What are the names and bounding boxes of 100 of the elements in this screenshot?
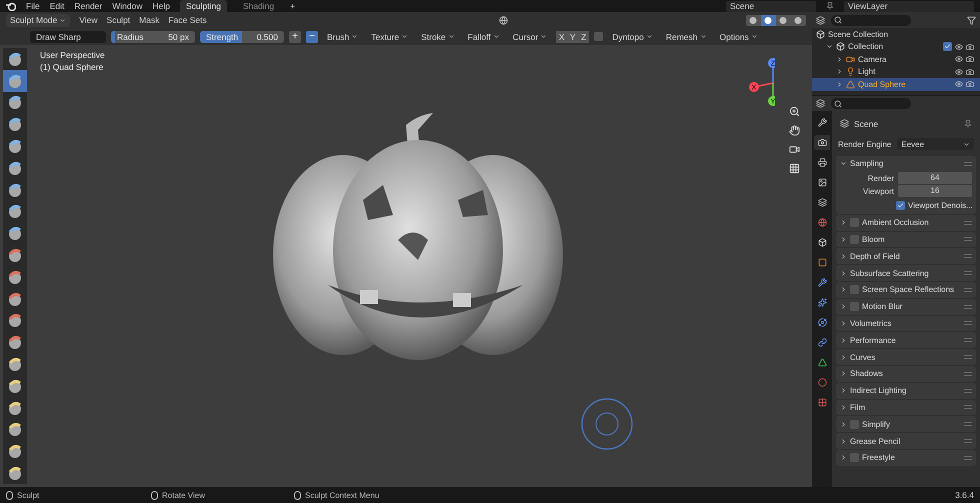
drag-handle-icon[interactable] xyxy=(964,220,972,225)
checkbox[interactable] xyxy=(850,285,859,294)
number-field[interactable]: 16 xyxy=(898,185,972,198)
menu-item[interactable]: View xyxy=(79,15,98,25)
settings-panel[interactable]: Volumetrics xyxy=(836,316,976,332)
settings-panel[interactable]: Freestyle xyxy=(836,450,976,466)
expand-icon[interactable] xyxy=(840,270,847,277)
drag-handle-icon[interactable] xyxy=(964,388,972,393)
drag-handle-icon[interactable] xyxy=(964,422,972,426)
expand-icon[interactable] xyxy=(840,236,847,243)
outliner-row[interactable]: Camera xyxy=(812,53,980,66)
tool-button[interactable] xyxy=(3,462,27,484)
expand-icon[interactable] xyxy=(840,286,847,294)
symmetry-axis-button[interactable]: Z xyxy=(578,30,590,42)
settings-dropdown[interactable]: Brush xyxy=(323,30,362,43)
strength-slider[interactable]: Strength 0.500 xyxy=(200,30,284,42)
grid-icon[interactable] xyxy=(789,163,800,174)
add-workspace-button[interactable]: + xyxy=(290,1,296,11)
expand-icon[interactable] xyxy=(840,252,847,260)
settings-panel[interactable]: Indirect Lighting xyxy=(836,382,976,399)
menu-item[interactable]: Help xyxy=(152,1,170,11)
drag-handle-icon[interactable] xyxy=(964,439,972,444)
expand-icon[interactable] xyxy=(840,404,847,411)
drag-handle-icon[interactable] xyxy=(964,372,972,376)
settings-dropdown[interactable]: Cursor xyxy=(508,30,552,43)
settings-panel[interactable]: Performance xyxy=(836,332,976,348)
camera-icon[interactable] xyxy=(966,42,974,51)
expand-icon[interactable] xyxy=(836,56,843,63)
expand-icon[interactable] xyxy=(840,320,847,327)
drag-handle-icon[interactable] xyxy=(964,456,972,460)
camera-icon[interactable] xyxy=(789,144,800,155)
workspace-tab[interactable]: Shading xyxy=(236,0,280,12)
settings-panel[interactable]: Curves xyxy=(836,349,976,365)
drag-handle-icon[interactable] xyxy=(964,405,972,410)
workspace-tab[interactable]: Sculpting xyxy=(180,0,227,12)
menu-item[interactable]: File xyxy=(26,1,40,11)
settings-panel[interactable]: Grease Pencil xyxy=(836,433,976,449)
settings-dropdown[interactable]: Stroke xyxy=(417,30,459,43)
settings-dropdown[interactable]: Texture xyxy=(367,30,412,43)
view-layer-selector[interactable]: ViewLayer xyxy=(844,0,974,12)
drag-handle-icon[interactable] xyxy=(964,304,972,309)
eye-icon[interactable] xyxy=(955,42,963,51)
checkbox[interactable] xyxy=(850,420,859,429)
drag-handle-icon[interactable] xyxy=(964,288,972,292)
drag-handle-icon[interactable] xyxy=(964,321,972,326)
camera-icon[interactable] xyxy=(966,80,974,88)
settings-dropdown[interactable]: Options xyxy=(716,30,762,43)
menu-item[interactable]: Mask xyxy=(139,15,160,25)
properties-tab[interactable] xyxy=(814,135,830,150)
outliner-row[interactable]: Light xyxy=(812,66,980,78)
expand-icon[interactable] xyxy=(840,454,847,462)
expand-icon[interactable] xyxy=(840,303,847,310)
expand-icon[interactable] xyxy=(840,219,847,226)
number-field[interactable]: 64 xyxy=(898,172,972,184)
settings-panel[interactable]: Bloom xyxy=(836,232,976,248)
mode-dropdown[interactable]: Sculpt Mode xyxy=(6,14,70,26)
checkbox[interactable] xyxy=(943,42,952,52)
search-field[interactable] xyxy=(831,14,911,26)
expand-icon[interactable] xyxy=(840,420,847,428)
drag-handle-icon[interactable] xyxy=(964,237,972,242)
checkbox[interactable] xyxy=(850,302,859,312)
settings-dropdown[interactable]: Falloff xyxy=(464,30,504,43)
shading-modes-icon[interactable] xyxy=(746,14,806,26)
expand-icon[interactable] xyxy=(840,160,847,168)
symmetry-axis-button[interactable]: Y xyxy=(567,30,578,42)
expand-icon[interactable] xyxy=(840,387,847,394)
dyntopo-dropdown[interactable]: Dyntopo xyxy=(608,30,657,43)
settings-panel[interactable]: Simplify xyxy=(836,416,976,432)
menu-item[interactable]: Render xyxy=(74,1,102,11)
settings-panel[interactable]: Screen Space Reflections xyxy=(836,282,976,298)
brush-name-field[interactable]: Draw Sharp xyxy=(30,30,106,42)
camera-icon[interactable] xyxy=(966,68,974,76)
radius-slider[interactable]: Radius 50 px xyxy=(111,30,195,42)
settings-panel[interactable]: Motion Blur xyxy=(836,298,976,315)
outliner-row[interactable]: Scene Collection xyxy=(812,28,980,40)
expand-icon[interactable] xyxy=(840,438,847,445)
expand-icon[interactable] xyxy=(836,68,843,76)
tool-button[interactable] xyxy=(3,70,27,92)
menu-item[interactable]: Window xyxy=(112,1,142,11)
zoom-icon[interactable] xyxy=(789,106,800,117)
pin-icon[interactable] xyxy=(964,120,972,128)
settings-panel[interactable]: Film xyxy=(836,400,976,416)
direction-button[interactable]: − xyxy=(306,30,318,42)
settings-panel[interactable]: Sampling Render 64 Viewport 16 Viewport Denois... xyxy=(836,156,976,214)
expand-icon[interactable] xyxy=(840,336,847,344)
outliner-row[interactable]: Collection xyxy=(812,40,980,53)
settings-dropdown[interactable]: Remesh xyxy=(662,30,711,43)
drag-handle-icon[interactable] xyxy=(964,254,972,258)
menu-item[interactable]: Edit xyxy=(50,1,64,11)
dyntopo-checkbox[interactable] xyxy=(594,32,604,41)
eye-icon[interactable] xyxy=(955,68,963,76)
search-field[interactable] xyxy=(831,98,911,109)
settings-panel[interactable]: Subsurface Scattering xyxy=(836,265,976,281)
camera-icon[interactable] xyxy=(966,55,974,64)
pin-icon[interactable] xyxy=(826,2,834,10)
expand-icon[interactable] xyxy=(840,370,847,378)
eye-icon[interactable] xyxy=(955,55,963,64)
menu-item[interactable]: Sculpt xyxy=(106,15,130,25)
settings-panel[interactable]: Ambient Occlusion xyxy=(836,214,976,231)
symmetry-axis-button[interactable]: X xyxy=(556,30,568,42)
